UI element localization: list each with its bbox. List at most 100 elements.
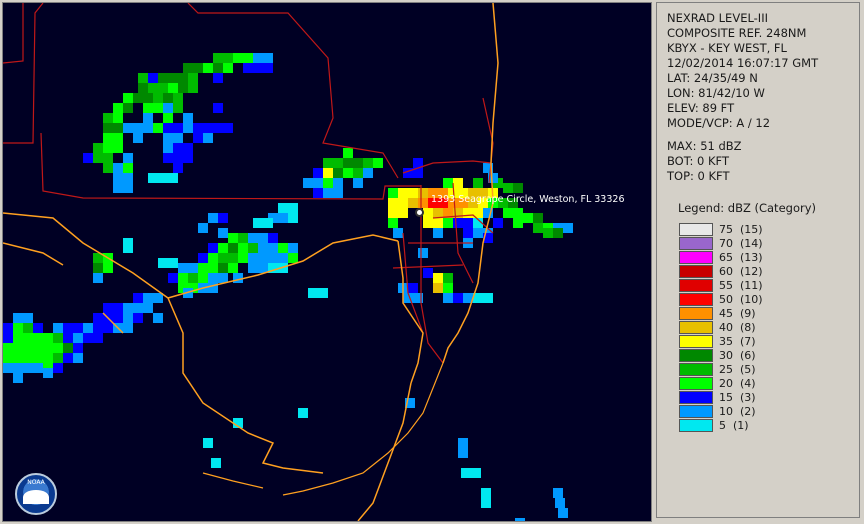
station-name: KBYX - KEY WEST, FL bbox=[667, 41, 787, 55]
legend-swatch bbox=[679, 320, 713, 334]
echo-cell bbox=[313, 178, 323, 188]
echo-cell bbox=[258, 253, 268, 263]
radar-map[interactable]: 1393 Seagrape Circle, Weston, FL 33326 N… bbox=[2, 2, 652, 522]
echo-cell bbox=[168, 83, 178, 93]
echo-cell bbox=[303, 178, 313, 188]
echo-cell bbox=[343, 168, 353, 178]
echo-cell bbox=[323, 168, 333, 178]
echo-cell bbox=[258, 233, 268, 243]
echo-cell bbox=[453, 293, 463, 303]
echo-cell bbox=[218, 273, 228, 283]
echo-cell bbox=[533, 223, 543, 233]
echo-cell bbox=[103, 263, 113, 273]
echo-cell bbox=[173, 153, 183, 163]
echo-cell bbox=[53, 353, 63, 363]
echo-cell bbox=[433, 228, 443, 238]
echo-cell bbox=[333, 158, 343, 168]
echo-cell bbox=[553, 228, 563, 238]
echo-cell bbox=[13, 373, 23, 383]
echo-cell bbox=[63, 333, 73, 343]
legend-label: 60 (12) bbox=[719, 264, 763, 278]
echo-cell bbox=[23, 313, 33, 323]
echo-cell bbox=[43, 353, 53, 363]
echo-cell bbox=[288, 243, 298, 253]
echo-cell bbox=[3, 343, 13, 353]
echo-cell bbox=[163, 153, 173, 163]
echo-cell bbox=[233, 53, 243, 63]
echo-cell bbox=[173, 143, 183, 153]
echo-cell bbox=[388, 208, 398, 218]
echo-cell bbox=[203, 438, 213, 448]
echo-cell bbox=[198, 273, 208, 283]
echo-cell bbox=[168, 273, 178, 283]
echo-cell bbox=[388, 188, 398, 198]
echo-cell bbox=[373, 158, 383, 168]
echo-cell bbox=[408, 188, 418, 198]
echo-cell bbox=[13, 363, 23, 373]
echo-cell bbox=[211, 458, 221, 468]
echo-cell bbox=[248, 243, 258, 253]
top-height: TOP: 0 KFT bbox=[667, 169, 730, 183]
echo-cell bbox=[173, 163, 183, 173]
echo-cell bbox=[23, 323, 33, 333]
echo-cell bbox=[148, 173, 158, 183]
echo-cell bbox=[298, 408, 308, 418]
echo-cell bbox=[288, 253, 298, 263]
echo-cell bbox=[208, 263, 218, 273]
legend-label: 40 (8) bbox=[719, 320, 756, 334]
station-elev: ELEV: 89 FT bbox=[667, 101, 735, 115]
echo-cell bbox=[418, 198, 428, 208]
echo-cell bbox=[218, 243, 228, 253]
echo-cell bbox=[123, 93, 133, 103]
echo-cell bbox=[113, 143, 123, 153]
location-marker[interactable] bbox=[415, 208, 424, 217]
echo-cell bbox=[443, 283, 453, 293]
echo-cell bbox=[463, 218, 473, 228]
echo-cell bbox=[148, 83, 158, 93]
legend-row: 40 (8) bbox=[679, 320, 779, 334]
echo-cell bbox=[318, 288, 328, 298]
legend-swatch bbox=[679, 222, 713, 236]
legend-label: 55 (11) bbox=[719, 278, 763, 292]
echo-cell bbox=[443, 218, 453, 228]
legend-label: 65 (13) bbox=[719, 250, 763, 264]
echo-cell bbox=[343, 158, 353, 168]
mode-vcp: MODE/VCP: A / 12 bbox=[667, 116, 771, 130]
echo-cell bbox=[423, 218, 433, 228]
echo-cell bbox=[178, 273, 188, 283]
echo-cell bbox=[503, 183, 513, 193]
legend-swatch bbox=[679, 236, 713, 250]
echo-cell bbox=[123, 163, 133, 173]
echo-cell bbox=[13, 323, 23, 333]
legend-row: 30 (6) bbox=[679, 348, 779, 362]
echo-cell bbox=[143, 293, 153, 303]
echo-cell bbox=[228, 243, 238, 253]
echo-cell bbox=[123, 103, 133, 113]
echo-cell bbox=[43, 343, 53, 353]
echo-cell bbox=[563, 223, 573, 233]
echo-cell bbox=[443, 178, 453, 188]
legend-swatch bbox=[679, 404, 713, 418]
dbz-legend: 75 (15) 70 (14) 65 (13) 60 (12) 55 (11) 50 (1… bbox=[679, 222, 779, 432]
echo-cell bbox=[218, 213, 228, 223]
legend-row: 45 (9) bbox=[679, 306, 779, 320]
echo-cell bbox=[388, 218, 398, 228]
echo-cell bbox=[253, 63, 263, 73]
echo-cell bbox=[163, 93, 173, 103]
echo-cell bbox=[433, 283, 443, 293]
echo-cell bbox=[153, 293, 163, 303]
echo-cell bbox=[418, 248, 428, 258]
echo-cell bbox=[73, 333, 83, 343]
echo-cell bbox=[53, 363, 63, 373]
echo-cell bbox=[233, 273, 243, 283]
echo-cell bbox=[228, 263, 238, 273]
echo-cell bbox=[463, 228, 473, 238]
echo-cell bbox=[13, 353, 23, 363]
echo-cell bbox=[193, 63, 203, 73]
legend-label: 50 (10) bbox=[719, 292, 763, 306]
echo-cell bbox=[323, 188, 333, 198]
echo-cell bbox=[208, 273, 218, 283]
echo-cell bbox=[453, 218, 463, 228]
echo-cell bbox=[143, 113, 153, 123]
echo-cell bbox=[168, 258, 178, 268]
